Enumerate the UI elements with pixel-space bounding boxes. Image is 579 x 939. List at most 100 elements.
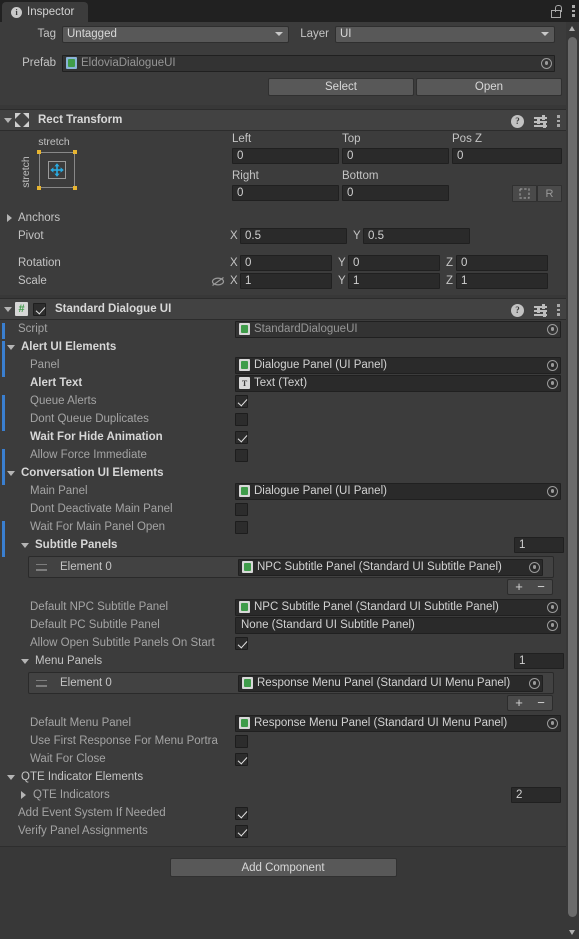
left-input[interactable]: 0 — [232, 148, 339, 164]
pivot-x-input[interactable]: 0.5 — [240, 228, 347, 244]
list-remove-button[interactable]: − — [530, 580, 552, 594]
object-picker-icon[interactable] — [547, 377, 558, 389]
default-menu-panel-objectfield[interactable]: Response Menu Panel (Standard UI Menu Pa… — [235, 714, 561, 732]
conversation-ui-elements-foldout[interactable]: Conversation UI Elements — [0, 464, 566, 482]
scale-x-input[interactable]: 1 — [240, 273, 332, 289]
use-first-response-portrait-checkbox[interactable] — [235, 734, 248, 748]
object-picker-icon[interactable] — [529, 561, 540, 573]
list-item[interactable]: Element 0 Response Menu Panel (Standard … — [29, 673, 553, 693]
verify-panel-assignments-checkbox[interactable] — [235, 824, 248, 838]
posz-label: Pos Z — [452, 133, 483, 145]
subtitle-element-0-objectfield[interactable]: NPC Subtitle Panel (Standard UI Subtitle… — [238, 558, 543, 576]
list-remove-button[interactable]: − — [530, 696, 552, 710]
add-component-button[interactable]: Add Component — [169, 858, 397, 877]
rotation-y-input[interactable]: 0 — [348, 255, 440, 271]
alert-ui-elements-foldout[interactable]: Alert UI Elements — [0, 338, 566, 356]
foldout-arrow-icon[interactable] — [7, 774, 15, 780]
qte-indicators-foldout[interactable]: QTE Indicators 2 — [0, 786, 566, 804]
pivot-y-input[interactable]: 0.5 — [363, 228, 470, 244]
list-item[interactable]: Element 0 NPC Subtitle Panel (Standard U… — [29, 557, 553, 577]
anchors-foldout[interactable]: Anchors — [0, 209, 566, 227]
alert-panel-objectfield[interactable]: Dialogue Panel (UI Panel) — [235, 356, 561, 374]
dont-deactivate-main-panel-checkbox[interactable] — [235, 502, 248, 516]
right-input[interactable]: 0 — [232, 185, 339, 201]
bottom-input[interactable]: 0 — [342, 185, 449, 201]
posz-input[interactable]: 0 — [452, 148, 562, 164]
scale-y-input[interactable]: 1 — [348, 273, 440, 289]
allow-open-subtitle-panels-checkbox[interactable] — [235, 636, 248, 650]
qte-indicators-size-input[interactable]: 2 — [511, 787, 561, 803]
select-button[interactable]: Select — [268, 78, 414, 96]
layer-dropdown[interactable]: UI — [335, 25, 555, 43]
standard-dialogue-ui-header[interactable]: # Standard Dialogue UI ? — [0, 298, 566, 320]
foldout-arrow-icon[interactable] — [7, 344, 15, 350]
anchor-preset-widget[interactable]: stretch stretch — [18, 136, 90, 196]
main-panel-objectfield[interactable]: Dialogue Panel (UI Panel) — [235, 482, 561, 500]
kebab-menu-icon[interactable] — [572, 5, 575, 17]
component-enabled-checkbox[interactable] — [33, 302, 46, 316]
menu-element-0-objectfield[interactable]: Response Menu Panel (Standard UI Menu Pa… — [238, 674, 543, 692]
object-picker-icon[interactable] — [547, 359, 558, 371]
help-icon[interactable]: ? — [511, 303, 524, 317]
tag-dropdown[interactable]: Untagged — [62, 25, 289, 43]
preset-settings-icon[interactable] — [534, 115, 547, 128]
lock-icon[interactable] — [551, 4, 563, 18]
queue-alerts-checkbox[interactable] — [235, 394, 248, 408]
preset-settings-icon[interactable] — [534, 304, 547, 317]
constrain-proportions-off-icon[interactable] — [211, 276, 225, 287]
object-picker-icon[interactable] — [547, 485, 558, 497]
raw-edit-button[interactable]: R — [537, 185, 562, 202]
object-picker-icon[interactable] — [547, 323, 558, 335]
menu-panels-foldout[interactable]: Menu Panels 1 — [0, 652, 566, 670]
menu-panels-size-input[interactable]: 1 — [514, 653, 564, 669]
wait-main-panel-open-checkbox[interactable] — [235, 520, 248, 534]
allow-force-immediate-checkbox[interactable] — [235, 448, 248, 462]
scale-z-input[interactable]: 1 — [456, 273, 548, 289]
scrollbar-thumb[interactable] — [568, 37, 577, 917]
help-icon[interactable]: ? — [511, 114, 524, 128]
drag-handle-icon[interactable] — [36, 563, 47, 571]
foldout-arrow-icon[interactable] — [7, 214, 12, 222]
ui-panel-icon — [239, 359, 250, 371]
kebab-menu-icon[interactable] — [557, 115, 560, 127]
rotation-z-input[interactable]: 0 — [456, 255, 548, 271]
rect-transform-header[interactable]: Rect Transform ? — [0, 109, 566, 131]
rotation-x-input[interactable]: 0 — [240, 255, 332, 271]
foldout-arrow-icon[interactable] — [21, 658, 29, 664]
add-event-system-checkbox[interactable] — [235, 806, 248, 820]
list-add-button[interactable]: + — [508, 580, 530, 594]
object-picker-icon[interactable] — [547, 619, 558, 631]
foldout-arrow-icon[interactable] — [21, 791, 26, 799]
default-pc-subtitle-panel-objectfield[interactable]: None (Standard UI Subtitle Panel) — [235, 616, 561, 634]
drag-handle-icon[interactable] — [36, 679, 47, 687]
open-button[interactable]: Open — [416, 78, 562, 96]
tab-inspector[interactable]: i Inspector — [2, 2, 89, 22]
prefab-objectfield[interactable]: EldoviaDialogueUI — [62, 54, 555, 72]
subtitle-panels-foldout[interactable]: Subtitle Panels 1 — [0, 536, 566, 554]
foldout-arrow-icon[interactable] — [7, 470, 15, 476]
scroll-up-arrow-icon[interactable] — [569, 26, 575, 31]
subtitle-panels-size-input[interactable]: 1 — [514, 537, 564, 553]
blueprint-mode-button[interactable] — [512, 185, 537, 202]
object-picker-icon[interactable] — [529, 677, 540, 689]
object-picker-icon[interactable] — [547, 601, 558, 613]
qte-indicator-elements-foldout[interactable]: QTE Indicator Elements — [0, 768, 566, 786]
foldout-arrow-icon[interactable] — [4, 306, 12, 312]
foldout-arrow-icon[interactable] — [4, 117, 12, 123]
top-input[interactable]: 0 — [342, 148, 449, 164]
script-objectfield[interactable]: StandardDialogueUI — [235, 320, 561, 338]
kebab-menu-icon[interactable] — [557, 304, 560, 316]
scroll-down-arrow-icon[interactable] — [569, 930, 575, 935]
list-add-button[interactable]: + — [508, 696, 530, 710]
wait-for-close-checkbox[interactable] — [235, 752, 248, 766]
allow-open-subtitle-panels-row: Allow Open Subtitle Panels On Start — [0, 634, 566, 652]
standard-dialogue-ui-body: Script StandardDialogueUI Alert UI Eleme… — [0, 320, 566, 846]
default-npc-subtitle-panel-objectfield[interactable]: NPC Subtitle Panel (Standard UI Subtitle… — [235, 598, 561, 616]
vertical-scrollbar[interactable] — [566, 22, 579, 939]
object-picker-icon[interactable] — [547, 717, 558, 729]
object-picker-icon[interactable] — [541, 57, 552, 69]
foldout-arrow-icon[interactable] — [21, 542, 29, 548]
alert-text-objectfield[interactable]: T Text (Text) — [235, 374, 561, 392]
wait-hide-animation-checkbox[interactable] — [235, 430, 248, 444]
dont-queue-duplicates-checkbox[interactable] — [235, 412, 248, 426]
